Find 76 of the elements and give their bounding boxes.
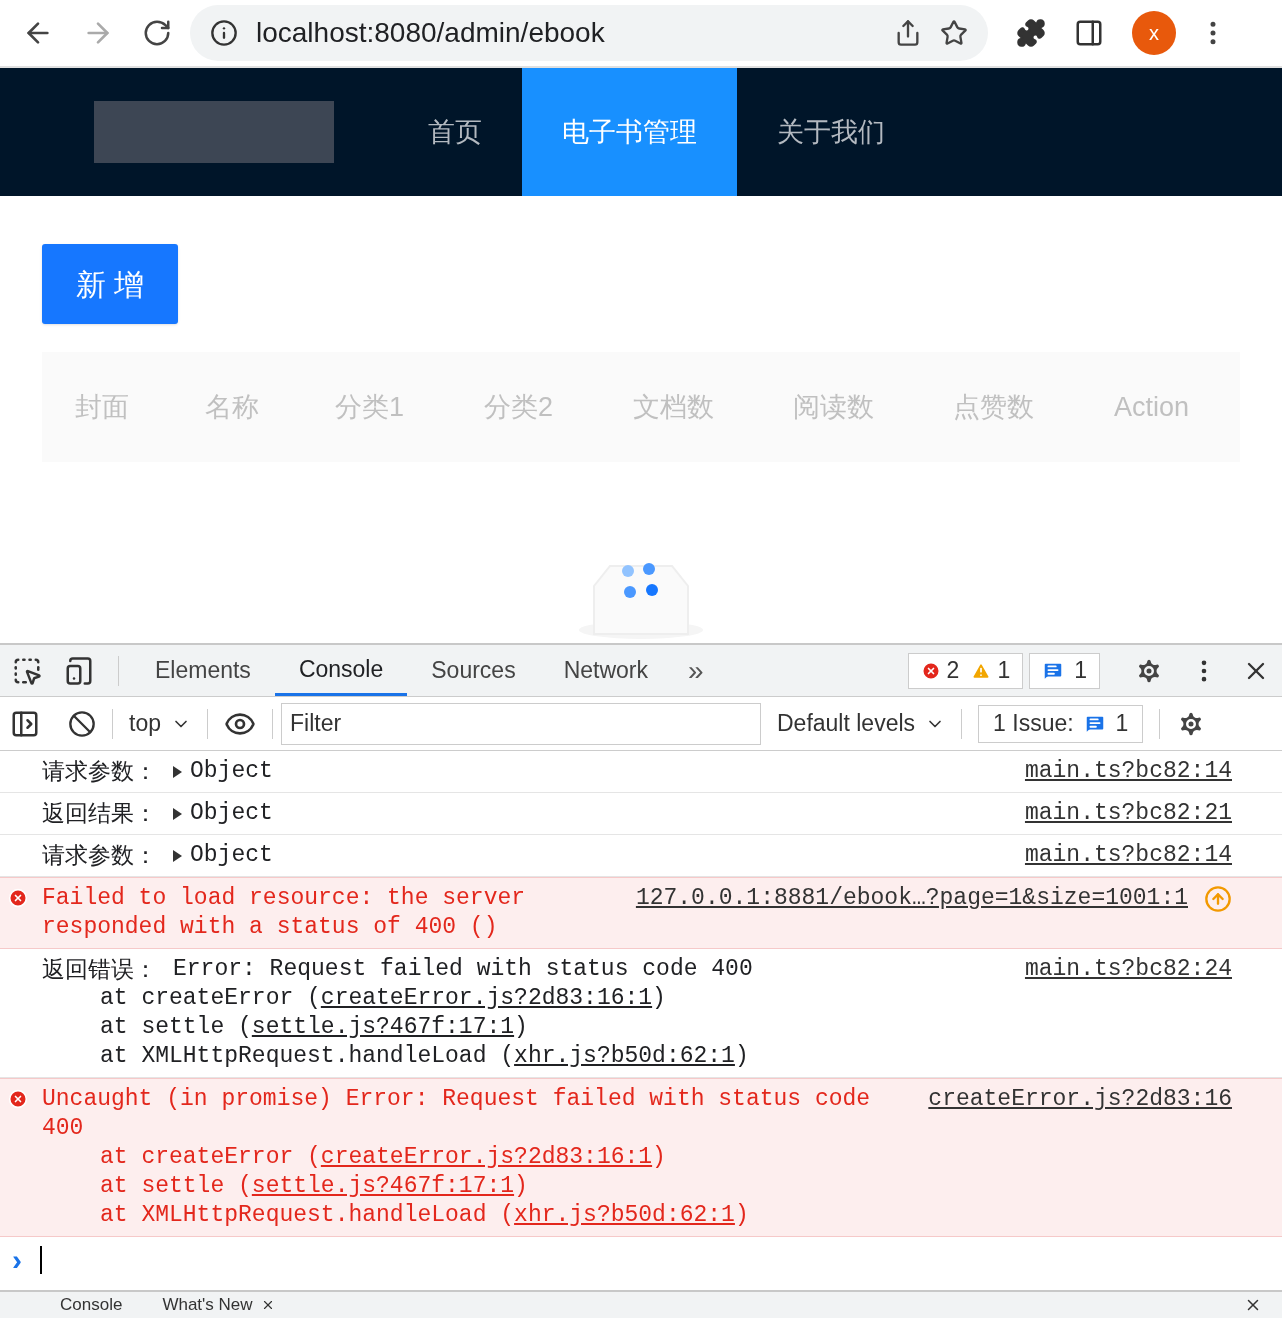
address-bar[interactable]: localhost:8080/admin/ebook: [190, 5, 988, 61]
error-icon: [920, 660, 941, 681]
add-button[interactable]: 新 增: [42, 244, 178, 324]
devtools-tab[interactable]: Sources: [407, 645, 540, 696]
log-label: 返回结果：: [42, 799, 157, 828]
console-prompt: ›: [12, 1243, 22, 1277]
device-toolbar-icon[interactable]: [64, 655, 94, 686]
message-counter[interactable]: 1: [1029, 652, 1100, 689]
object-expander[interactable]: Object: [173, 841, 273, 870]
url-text: localhost:8080/admin/ebook: [256, 16, 606, 50]
error-count: 2: [946, 656, 960, 686]
source-link[interactable]: main.ts?bc82:14: [1024, 841, 1232, 870]
stack-line: at settle (settle.js?467f:17:1): [99, 1172, 529, 1201]
drawer-tab[interactable]: What's New: [162, 1292, 275, 1318]
expand-triangle-icon: [173, 807, 182, 820]
nav-item[interactable]: 首页: [388, 68, 522, 196]
stack-link[interactable]: createError.js?2d83:16:1: [320, 1144, 653, 1170]
issues-button[interactable]: 1 Issue: 1: [978, 704, 1144, 743]
devtools-tab[interactable]: Network: [539, 645, 672, 696]
column-header: 阅读数: [793, 390, 875, 424]
source-link[interactable]: main.ts?bc82:24: [1024, 955, 1232, 984]
source-link[interactable]: 127.0.0.1:8881/ebook…?page=1&size=1001:1: [635, 884, 1188, 913]
message-text: Failed to load resource: the server responded with a status of 400 (): [42, 884, 527, 942]
extensions-icon[interactable]: [1016, 18, 1046, 48]
object-expander[interactable]: Object: [173, 757, 273, 786]
stack-link[interactable]: settle.js?467f:17:1: [251, 1014, 515, 1040]
log-levels-dropdown[interactable]: Default levels: [777, 706, 946, 741]
warning-count: 1: [997, 656, 1011, 686]
stack-link[interactable]: createError.js?2d83:16:1: [320, 985, 653, 1011]
object-expander[interactable]: Object: [173, 799, 273, 828]
expand-triangle-icon: [173, 849, 182, 862]
bookmark-star-icon[interactable]: [940, 19, 968, 47]
expand-triangle-icon: [173, 765, 182, 778]
column-header: 分类2: [484, 390, 555, 424]
log-label: 返回错误：: [42, 955, 157, 984]
source-link[interactable]: main.ts?bc82:21: [1024, 799, 1232, 828]
issues-count: 1: [1115, 709, 1129, 739]
column-header: 点赞数: [953, 390, 1035, 424]
column-header: 名称: [205, 390, 260, 424]
side-panel-icon[interactable]: [1074, 18, 1104, 48]
column-header: 文档数: [633, 390, 715, 424]
nav-item[interactable]: 关于我们: [737, 68, 925, 196]
stack-link[interactable]: xhr.js?b50d:62:1: [514, 1043, 735, 1069]
clear-console-icon[interactable]: [68, 709, 96, 738]
source-link[interactable]: createError.js?2d83:16: [928, 1085, 1232, 1114]
stack-line: at XMLHttpRequest.handleLoad (xhr.js?b50d:62:1): [99, 1042, 750, 1071]
log-label: 请求参数：: [42, 841, 157, 870]
issues-label: 1 Issue:: [993, 709, 1074, 739]
stack-line: at settle (settle.js?467f:17:1): [99, 1013, 529, 1042]
stack-line: at XMLHttpRequest.handleLoad (xhr.js?b50d:62:1): [99, 1201, 750, 1230]
stack-link[interactable]: settle.js?467f:17:1: [251, 1173, 515, 1199]
filter-field[interactable]: Filter: [281, 702, 761, 745]
stack-line: at createError (createError.js?2d83:16:1): [99, 1143, 667, 1172]
column-header: 分类1: [335, 390, 406, 424]
error-icon: [8, 888, 28, 908]
drawer-tab[interactable]: Console: [60, 1292, 123, 1318]
devtools-tab[interactable]: Elements: [131, 645, 275, 696]
error-icon: [8, 1089, 28, 1109]
source-link[interactable]: main.ts?bc82:14: [1024, 757, 1232, 786]
object-label: Object: [190, 757, 273, 786]
message-text: Error: Request failed with status code 400: [173, 955, 753, 984]
stack-link[interactable]: xhr.js?b50d:62:1: [514, 1202, 735, 1228]
text-cursor: [40, 1246, 42, 1274]
message-count: 1: [1074, 656, 1087, 686]
reload-icon[interactable]: [142, 18, 172, 48]
profile-avatar[interactable]: x: [1132, 11, 1176, 55]
object-label: Object: [190, 841, 273, 870]
column-header: Action: [1114, 390, 1191, 424]
context-selector[interactable]: top: [129, 706, 191, 741]
object-label: Object: [190, 799, 273, 828]
error-warning-counter[interactable]: 2 1: [907, 652, 1024, 689]
column-header: 封面: [75, 390, 130, 424]
info-icon: [210, 19, 238, 47]
stack-line: at createError (createError.js?2d83:16:1): [99, 984, 667, 1013]
log-label: 请求参数：: [42, 757, 157, 786]
more-tabs-button[interactable]: »: [672, 649, 720, 692]
